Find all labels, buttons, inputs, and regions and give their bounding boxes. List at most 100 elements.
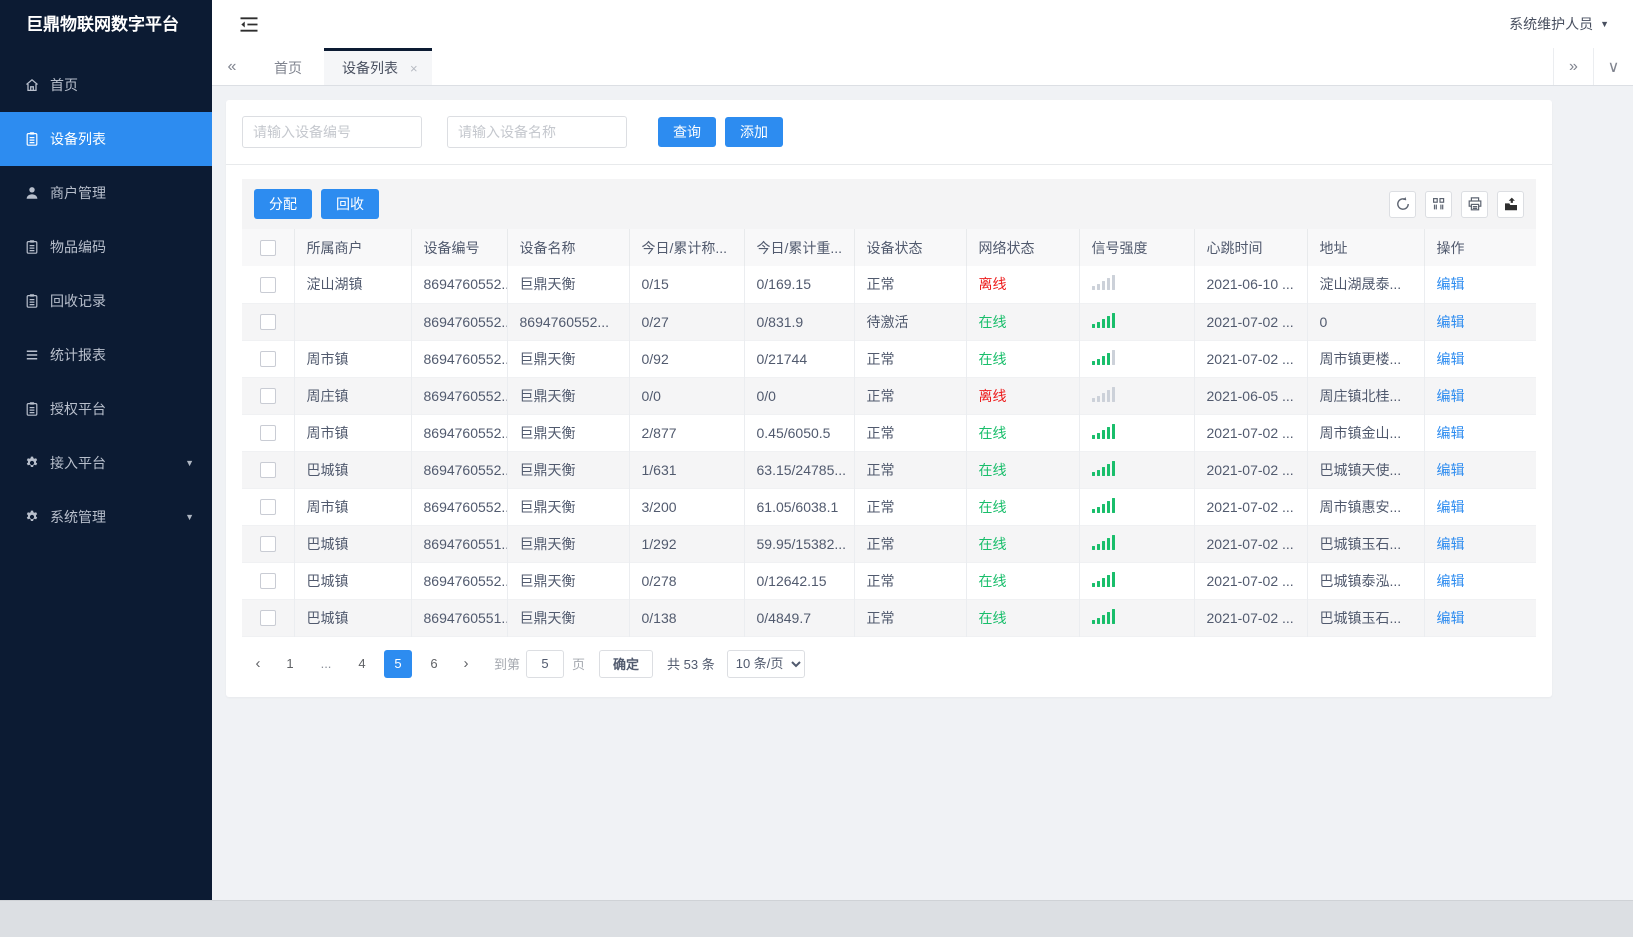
device-name-cell: 巨鼎天衡 xyxy=(507,451,630,488)
clipboard-icon xyxy=(24,239,40,255)
print-button[interactable] xyxy=(1461,190,1488,218)
add-button[interactable]: 添加 xyxy=(725,117,783,147)
sidebar-item-auth-platform[interactable]: 授权平台 xyxy=(0,382,212,436)
edit-link[interactable]: 编辑 xyxy=(1437,462,1465,478)
action-cell: 编辑 xyxy=(1424,562,1536,599)
today-count-cell: 1/292 xyxy=(629,525,745,562)
confirm-button[interactable]: 确定 xyxy=(599,649,654,678)
edit-link[interactable]: 编辑 xyxy=(1437,351,1465,367)
export-icon xyxy=(1503,196,1519,212)
sidebar-item-device-list[interactable]: 设备列表 xyxy=(0,112,212,166)
address-cell: 巴城镇泰泓... xyxy=(1307,562,1425,599)
edit-link[interactable]: 编辑 xyxy=(1437,314,1465,330)
sidebar-item-recycle-record[interactable]: 回收记录 xyxy=(0,274,212,328)
device-name-cell: 巨鼎天衡 xyxy=(507,340,630,377)
row-checkbox[interactable] xyxy=(259,388,276,405)
row-checkbox[interactable] xyxy=(259,314,276,331)
select-all-checkbox[interactable] xyxy=(259,240,276,257)
goto-page-input[interactable] xyxy=(526,649,565,678)
device-status-cell: 正常 xyxy=(854,562,967,599)
sidebar-item-label: 首页 xyxy=(50,77,78,93)
tabs-scroll-left-icon[interactable]: « xyxy=(212,48,252,85)
query-button[interactable]: 查询 xyxy=(658,117,716,147)
edit-link[interactable]: 编辑 xyxy=(1437,388,1465,404)
prev-page-icon[interactable]: ‹ xyxy=(244,650,272,678)
page-number-4[interactable]: 4 xyxy=(348,650,376,678)
tabs-scroll-right-icon[interactable]: » xyxy=(1553,48,1593,85)
columns-button[interactable] xyxy=(1425,190,1452,218)
row-checkbox[interactable] xyxy=(259,610,276,627)
sidebar-item-merchant-mgmt[interactable]: 商户管理 xyxy=(0,166,212,220)
today-count-cell: 3/200 xyxy=(629,488,745,525)
today-count-cell: 0/92 xyxy=(629,340,745,377)
export-button[interactable] xyxy=(1497,190,1524,218)
signal-strength-icon xyxy=(1091,386,1115,402)
page-number-1[interactable]: 1 xyxy=(276,650,304,678)
row-checkbox[interactable] xyxy=(259,499,276,516)
row-checkbox[interactable] xyxy=(259,573,276,590)
sidebar-item-access-platform[interactable]: 接入平台 ▼ xyxy=(0,436,212,490)
device-status-cell: 待激活 xyxy=(854,303,967,340)
next-page-icon[interactable]: › xyxy=(452,650,480,678)
merchant-cell: 巴城镇 xyxy=(294,525,412,562)
app-window: 巨鼎物联网数字平台 首页 设备列表 商户管理 物品编码 回收记录 统计报表 授权平台 接入平台… xyxy=(0,0,1633,900)
network-status-cell: 在线 xyxy=(966,488,1080,525)
tab-label: 设备列表 xyxy=(342,60,398,76)
tab-home[interactable]: 首页 xyxy=(252,48,324,85)
device-status-cell: 正常 xyxy=(854,340,967,377)
today-count-cell: 0/15 xyxy=(629,266,745,303)
address-cell: 周庄镇北桂... xyxy=(1307,377,1425,414)
page-number-5[interactable]: 5 xyxy=(384,649,412,678)
network-status-cell: 在线 xyxy=(966,303,1080,340)
signal-strength-icon xyxy=(1091,349,1115,365)
heartbeat-cell: 2021-07-02 ... xyxy=(1194,488,1308,525)
sidebar-item-label: 物品编码 xyxy=(50,239,106,255)
signal-cell xyxy=(1079,451,1195,488)
column-header: 今日/累计称... xyxy=(629,229,745,266)
sidebar-item-item-code[interactable]: 物品编码 xyxy=(0,220,212,274)
sidebar-item-stats-report[interactable]: 统计报表 xyxy=(0,328,212,382)
row-checkbox[interactable] xyxy=(259,351,276,368)
edit-link[interactable]: 编辑 xyxy=(1437,536,1465,552)
device-name-cell: 巨鼎天衡 xyxy=(507,525,630,562)
merchant-cell xyxy=(294,303,412,340)
refresh-button[interactable] xyxy=(1389,190,1416,218)
device-name-cell: 巨鼎天衡 xyxy=(507,266,630,303)
edit-link[interactable]: 编辑 xyxy=(1437,499,1465,515)
table-row: 巴城镇 8694760552... 巨鼎天衡 0/278 0/12642.15 正常 在线 2… xyxy=(242,562,1536,599)
edit-link[interactable]: 编辑 xyxy=(1437,573,1465,589)
sidebar-item-system-mgmt[interactable]: 系统管理 ▼ xyxy=(0,490,212,544)
row-checkbox-cell xyxy=(242,488,295,525)
row-checkbox[interactable] xyxy=(259,536,276,553)
device-no-cell: 8694760552... xyxy=(411,451,508,488)
sidebar-item-home[interactable]: 首页 xyxy=(0,58,212,112)
action-cell: 编辑 xyxy=(1424,599,1536,636)
device-name-input[interactable] xyxy=(447,116,627,148)
edit-link[interactable]: 编辑 xyxy=(1437,610,1465,626)
tabs-dropdown-icon[interactable]: ∨ xyxy=(1593,48,1633,85)
row-checkbox[interactable] xyxy=(259,462,276,479)
today-weight-cell: 63.15/24785... xyxy=(744,451,855,488)
assign-button[interactable]: 分配 xyxy=(254,189,312,219)
page-size-select[interactable]: 10 条/页 xyxy=(726,649,805,678)
table-header-row: 所属商户 设备编号 设备名称 今日/累计称... 今日/累计重... 设备状态 网络状态 信号… xyxy=(242,229,1536,266)
edit-link[interactable]: 编辑 xyxy=(1437,425,1465,441)
close-icon[interactable]: × xyxy=(410,61,418,76)
row-checkbox[interactable] xyxy=(259,425,276,442)
device-status-cell: 正常 xyxy=(854,414,967,451)
sidebar-collapse-icon[interactable] xyxy=(238,16,260,33)
signal-strength-icon xyxy=(1091,460,1115,476)
user-menu[interactable]: 系统维护人员 ▼ xyxy=(1509,14,1609,34)
column-header: 操作 xyxy=(1424,229,1536,266)
tab-device-list[interactable]: 设备列表 × xyxy=(324,48,432,85)
main-area: 系统维护人员 ▼ « 首页 设备列表 × » ∨ 查询 添加 xyxy=(212,0,1633,900)
edit-link[interactable]: 编辑 xyxy=(1437,276,1465,292)
page-number-6[interactable]: 6 xyxy=(420,650,448,678)
heartbeat-cell: 2021-07-02 ... xyxy=(1194,525,1308,562)
recycle-button[interactable]: 回收 xyxy=(321,189,379,219)
sidebar: 巨鼎物联网数字平台 首页 设备列表 商户管理 物品编码 回收记录 统计报表 授权平台 接入平台… xyxy=(0,0,212,900)
device-no-input[interactable] xyxy=(242,116,422,148)
row-checkbox[interactable] xyxy=(259,276,276,293)
column-header: 设备编号 xyxy=(411,229,508,266)
device-status-cell: 正常 xyxy=(854,377,967,414)
